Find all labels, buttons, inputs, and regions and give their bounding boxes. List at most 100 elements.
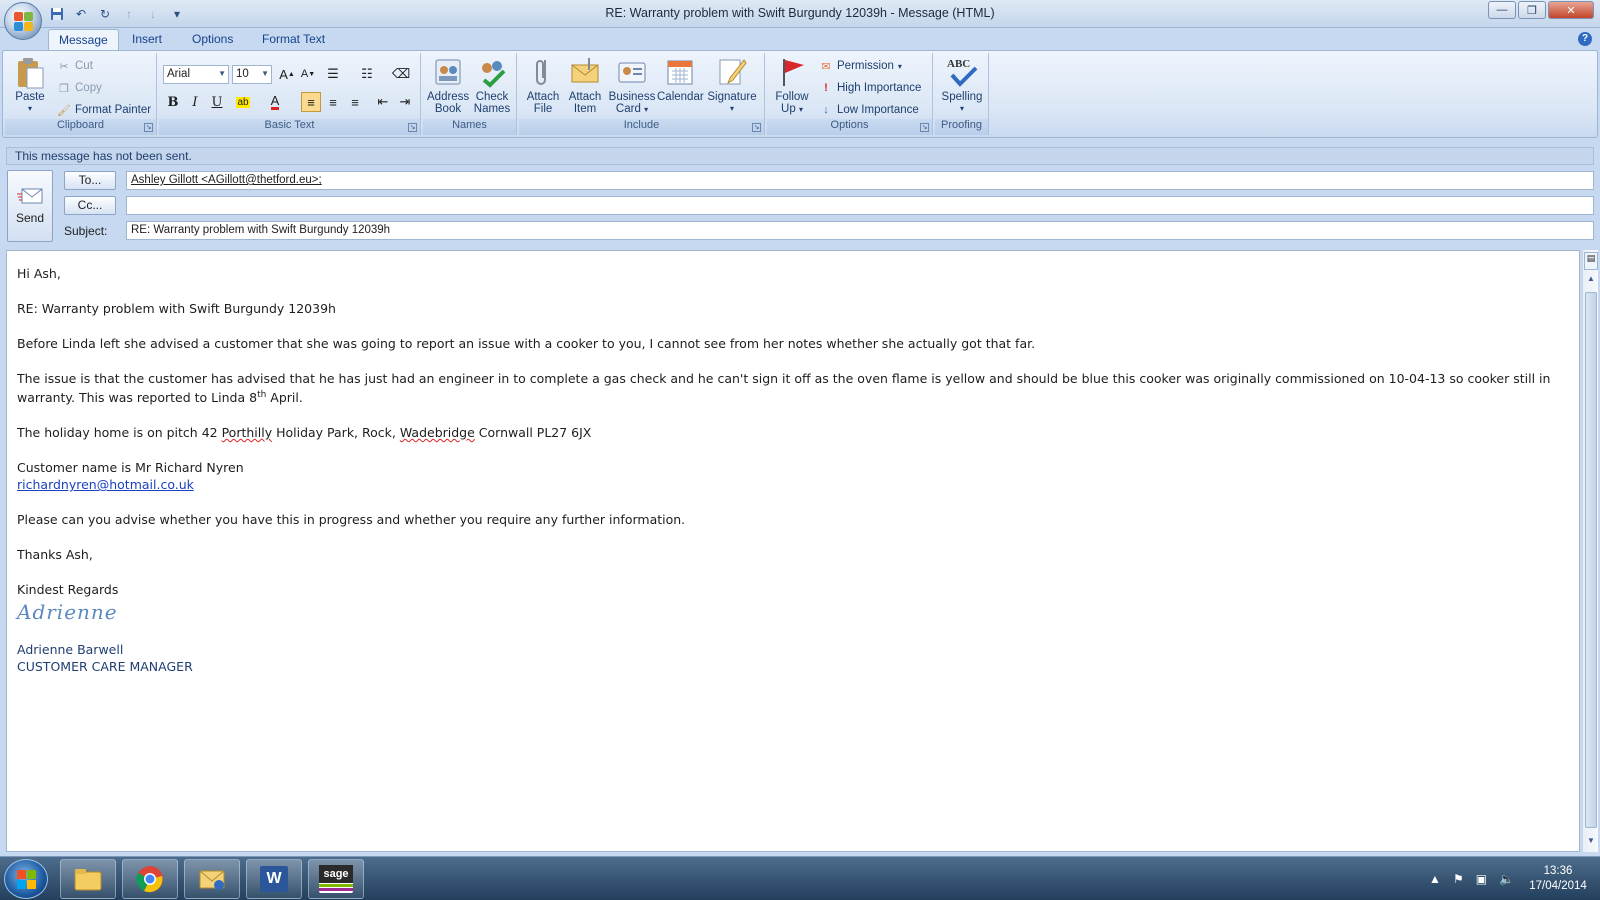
cc-button[interactable]: Cc... [64,196,116,215]
spelling-button[interactable]: ABC Spelling ▾ [937,56,987,115]
subject-label: Subject: [64,224,108,238]
include-launcher-icon[interactable]: ↘ [752,123,761,132]
action-center-flag-icon[interactable]: ⚑ [1453,872,1464,886]
italic-button[interactable]: I [185,92,205,112]
to-field[interactable]: Ashley Gillott <AGillott@thetford.eu>; [126,171,1594,190]
scroll-thumb[interactable] [1585,292,1597,828]
permission-button[interactable]: ✉ Permission ▾ [819,57,902,75]
calendar-button[interactable]: Calendar [657,56,704,103]
office-logo-icon [14,12,34,32]
tab-message[interactable]: Message [48,29,119,50]
send-icon [16,185,44,207]
format-painter-button[interactable]: 🖌 Format Painter [57,101,151,119]
font-size-value: 10 [236,68,249,80]
ribbon-tabs: Message Insert Options Format Text ? [0,28,1600,50]
scroll-up-icon[interactable]: ▲ [1583,274,1599,288]
ruler-toggle-icon[interactable]: ▤ [1584,252,1598,270]
word-icon[interactable]: W [246,859,302,899]
cut-button[interactable]: ✂ Cut [57,57,93,75]
request-paragraph: Please can you advise whether you have t… [17,512,686,528]
align-left-icon: ≡ [307,94,315,110]
exclamation-icon: ! [824,82,828,94]
show-hidden-icons-icon[interactable]: ▲ [1429,872,1441,886]
minimize-icon[interactable]: — [1488,1,1516,19]
outlook-icon[interactable] [184,859,240,899]
numbering-button[interactable]: ☷ [357,64,377,84]
low-importance-button[interactable]: ↓ Low Importance [819,101,919,119]
chrome-icon[interactable] [122,859,178,899]
paste-label: Paste [15,91,45,103]
high-importance-button[interactable]: ! High Importance [819,79,921,97]
shrink-font-button[interactable]: A ▼ [298,64,318,84]
decrease-indent-button[interactable]: ⇤ [373,92,393,112]
outdent-icon: ⇤ [377,94,389,109]
address-book-button[interactable]: Address Book [427,56,469,115]
align-right-button[interactable]: ≡ [345,92,365,112]
scroll-down-icon[interactable]: ▼ [1583,836,1599,850]
business-card-button[interactable]: Business Card ▾ [607,56,657,116]
bold-button[interactable]: B [163,92,183,112]
subject-field[interactable]: RE: Warranty problem with Swift Burgundy… [126,221,1594,240]
check-names-label-1: Check [475,91,509,103]
attach-file-button[interactable]: Attach File [523,56,563,115]
explorer-icon[interactable] [60,859,116,899]
increase-indent-button[interactable]: ⇥ [395,92,415,112]
font-size-select[interactable]: 10 ▼ [232,65,272,84]
grow-font-button[interactable]: A ▲ [277,64,297,84]
check-names-button[interactable]: Check Names [471,56,513,115]
align-left-button[interactable]: ≡ [301,92,321,112]
tab-insert[interactable]: Insert [122,29,172,50]
align-center-button[interactable]: ≡ [323,92,343,112]
misspelled-wadebridge[interactable]: Wadebridge [400,425,475,440]
basic-text-launcher-icon[interactable]: ↘ [408,123,417,132]
tab-options[interactable]: Options [182,29,243,50]
proofing-group-label: Proofing [935,119,988,135]
font-color-button[interactable]: A [265,92,285,112]
close-icon[interactable]: ✕ [1548,1,1594,19]
clipboard-launcher-icon[interactable]: ↘ [144,123,153,132]
align-center-icon: ≡ [329,94,337,110]
send-button[interactable]: Send [7,170,53,242]
sage-label: sage [319,865,353,883]
misspelled-porthilly[interactable]: Porthilly [222,425,273,440]
paragraph-2: The issue is that the customer has advis… [17,371,1551,406]
signature-button[interactable]: Signature ▾ [705,56,759,115]
paste-icon [14,56,46,89]
low-importance-label: Low Importance [837,104,919,116]
start-button[interactable] [4,859,48,899]
names-group: Address Book Check Names Names [423,53,517,135]
address-paragraph: The holiday home is on pitch 42 Porthill… [17,425,592,441]
options-launcher-icon[interactable]: ↘ [920,123,929,132]
clear-formatting-button[interactable]: ⌫ [391,64,411,84]
include-group-label: Include [519,119,764,135]
message-body[interactable]: Hi Ash, RE: Warranty problem with Swift … [6,250,1580,852]
follow-up-label-2: Up ▾ [781,103,803,115]
clock[interactable]: 13:36 17/04/2014 [1526,864,1590,894]
attach-item-button[interactable]: Attach Item [565,56,605,115]
body-scrollbar[interactable]: ▤ ▲ ▼ [1582,250,1598,852]
highlight-button[interactable]: ab [233,92,253,112]
ribbon: Paste ▾ ✂ Cut ❐ Copy 🖌 Format Painter Clipb… [2,50,1598,138]
follow-up-button[interactable]: Follow Up ▾ [771,56,813,116]
paste-button[interactable]: Paste ▾ [9,56,51,115]
underline-button[interactable]: U [207,92,227,112]
address-book-label-1: Address [427,91,470,103]
customer-email-link[interactable]: richardnyren@hotmail.co.uk [17,477,194,492]
title-bar: ↶ ↻ ↑ ↓ ▾ RE: Warranty problem with Swif… [0,0,1600,28]
to-button[interactable]: To... [64,171,116,190]
font-select[interactable]: Arial ▼ [163,65,229,84]
to-recipient[interactable]: Ashley Gillott <AGillott@thetford.eu>; [131,174,322,186]
help-icon[interactable]: ? [1578,32,1592,46]
copy-button[interactable]: ❐ Copy [57,79,102,97]
tab-format-text[interactable]: Format Text [252,29,335,50]
signature-icon [716,56,748,88]
bullets-button[interactable]: ☰ [323,64,343,84]
office-button[interactable] [4,2,42,40]
restore-icon[interactable]: ❐ [1518,1,1546,19]
volume-icon[interactable]: 🔈 [1499,872,1514,886]
clock-time: 13:36 [1543,865,1573,877]
cc-field[interactable] [126,196,1594,215]
windows-logo-icon [17,870,37,890]
sage-icon[interactable]: sage [308,859,364,899]
network-icon[interactable]: ▣ [1476,872,1487,886]
